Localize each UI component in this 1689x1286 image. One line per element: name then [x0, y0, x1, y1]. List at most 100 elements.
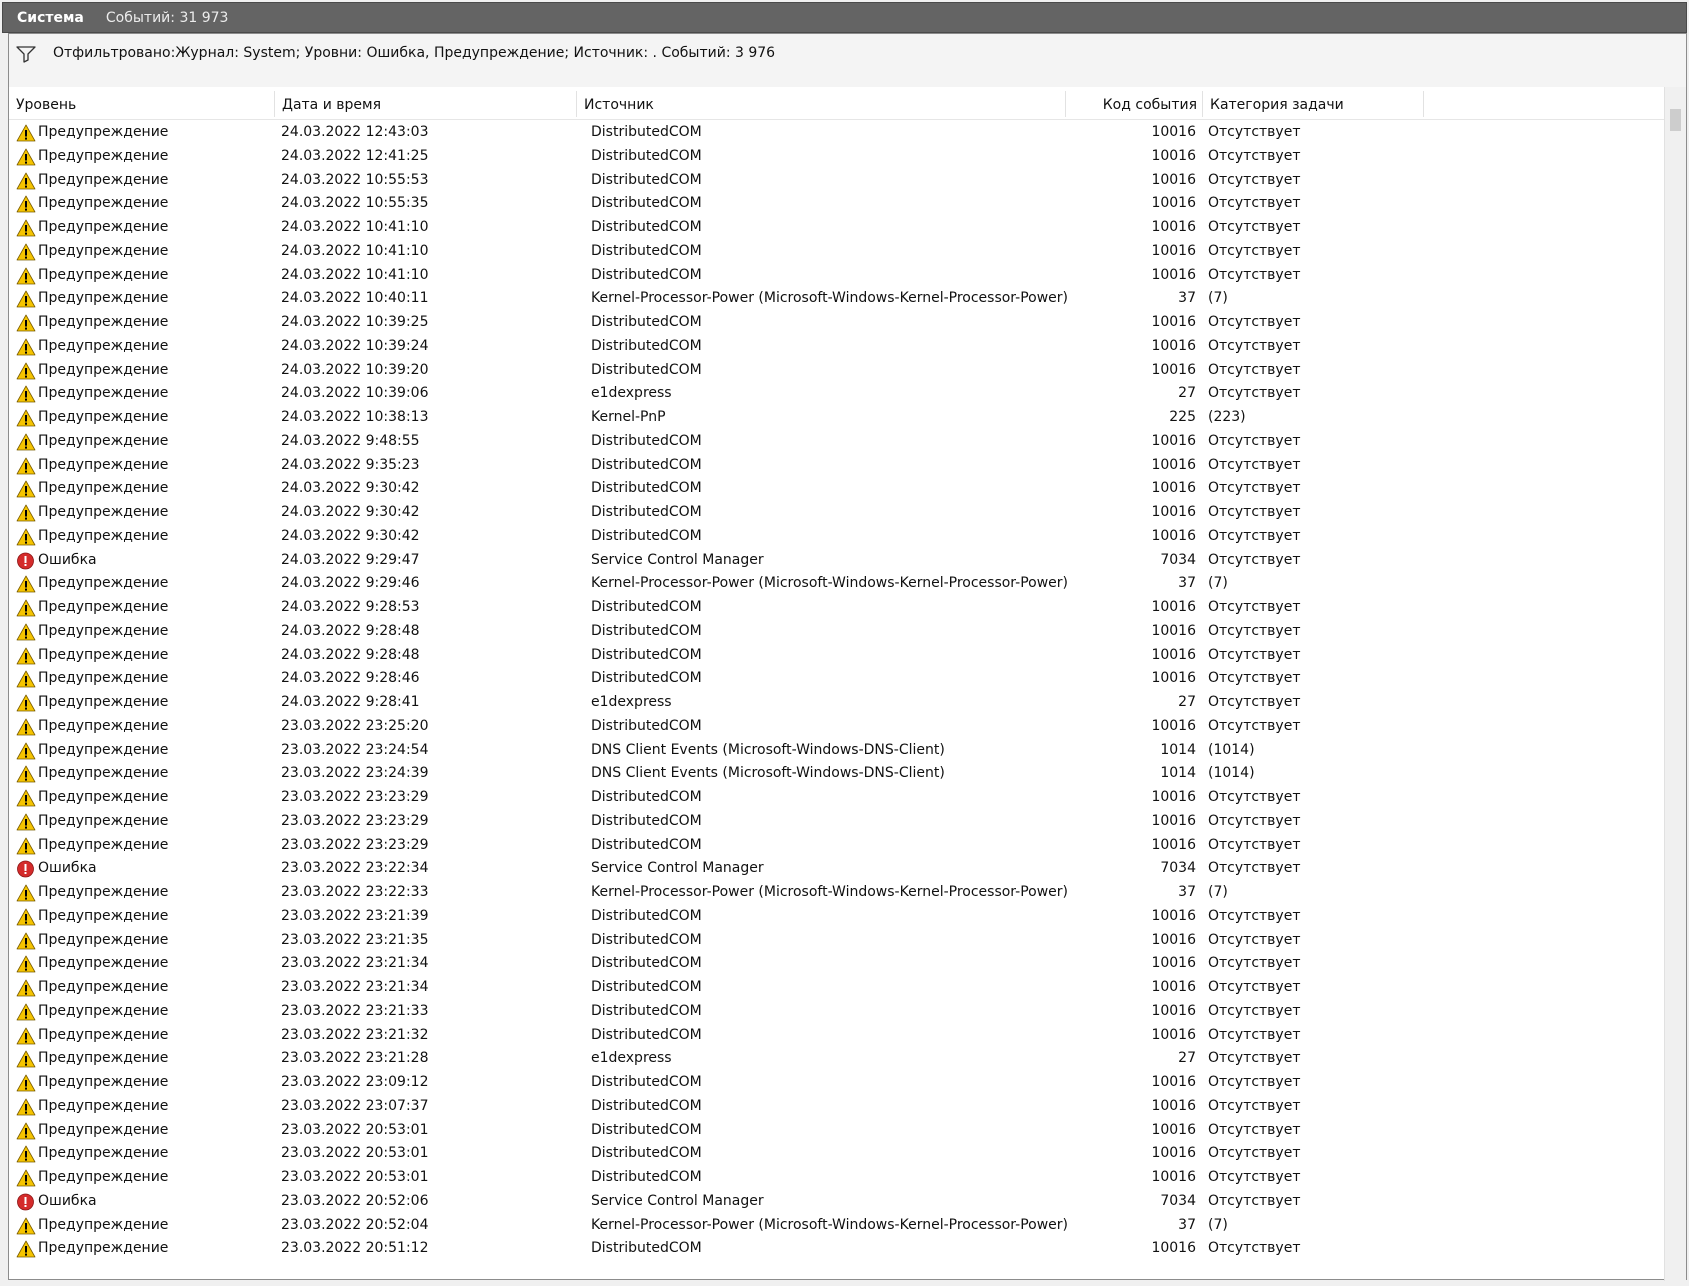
table-row[interactable]: Предупреждение 24.03.2022 10:55:53 Distr… — [9, 169, 1677, 193]
table-row[interactable]: Предупреждение 24.03.2022 10:39:24 Distr… — [9, 335, 1677, 359]
table-row[interactable]: Предупреждение 24.03.2022 9:48:55 Distri… — [9, 430, 1677, 454]
table-row[interactable]: Предупреждение 24.03.2022 10:39:25 Distr… — [9, 311, 1677, 335]
table-row[interactable]: Предупреждение 23.03.2022 23:07:37 Distr… — [9, 1095, 1677, 1119]
table-row[interactable]: Предупреждение 24.03.2022 9:28:46 Distri… — [9, 667, 1677, 691]
table-row[interactable]: Предупреждение 24.03.2022 9:28:41 e1dexp… — [9, 691, 1677, 715]
table-row[interactable]: Предупреждение 23.03.2022 20:52:04 Kerne… — [9, 1214, 1677, 1238]
event-id-cell: 10016 — [1151, 599, 1196, 615]
table-row[interactable]: Предупреждение 23.03.2022 23:23:29 Distr… — [9, 786, 1677, 810]
level-label: Предупреждение — [38, 670, 169, 687]
table-row[interactable]: Предупреждение 24.03.2022 10:39:20 Distr… — [9, 359, 1677, 383]
table-row[interactable]: Предупреждение 23.03.2022 23:22:33 Kerne… — [9, 881, 1677, 905]
table-row[interactable]: Предупреждение 23.03.2022 23:21:32 Distr… — [9, 1024, 1677, 1048]
error-icon — [16, 1193, 36, 1211]
table-row[interactable]: Предупреждение 23.03.2022 20:53:01 Distr… — [9, 1119, 1677, 1143]
level-label: Предупреждение — [38, 432, 169, 449]
column-header-event-id[interactable]: Код события — [1066, 87, 1203, 119]
table-row[interactable]: Предупреждение 24.03.2022 9:28:53 Distri… — [9, 596, 1677, 620]
source-cell: DistributedCOM — [591, 527, 702, 544]
vertical-scrollbar[interactable] — [1664, 87, 1686, 1281]
event-id-cell: 10016 — [1151, 622, 1196, 639]
task-category-cell: Отсутствует — [1208, 1169, 1301, 1185]
table-row[interactable]: Предупреждение 23.03.2022 23:21:34 Distr… — [9, 952, 1677, 976]
warning-icon — [16, 599, 36, 617]
datetime-cell: 24.03.2022 9:30:42 — [281, 527, 420, 544]
task-category-cell: Отсутствует — [1208, 1050, 1301, 1067]
column-header-source[interactable]: Источник — [577, 87, 1066, 119]
task-category-cell: Отсутствует — [1208, 646, 1301, 663]
table-row[interactable]: Предупреждение 23.03.2022 23:23:29 Distr… — [9, 834, 1677, 858]
table-row[interactable]: Предупреждение 23.03.2022 23:21:34 Distr… — [9, 976, 1677, 1000]
source-cell: DistributedCOM — [591, 1169, 702, 1185]
warning-icon — [16, 955, 36, 973]
source-cell: DistributedCOM — [591, 432, 702, 449]
table-row[interactable]: Предупреждение 23.03.2022 23:21:28 e1dex… — [9, 1047, 1677, 1071]
table-row[interactable]: Ошибка 24.03.2022 9:29:47 Service Contro… — [9, 549, 1677, 573]
datetime-cell: 24.03.2022 9:30:42 — [281, 480, 420, 497]
task-category-cell: Отсутствует — [1208, 1026, 1301, 1043]
datetime-cell: 23.03.2022 23:23:29 — [281, 789, 429, 805]
table-row[interactable]: Предупреждение 24.03.2022 12:41:25 Distr… — [9, 145, 1677, 169]
table-row[interactable]: Предупреждение 24.03.2022 10:41:10 Distr… — [9, 216, 1677, 240]
warning-icon — [16, 362, 36, 380]
table-row[interactable]: Ошибка 23.03.2022 20:52:06 Service Contr… — [9, 1190, 1677, 1214]
level-label: Предупреждение — [38, 765, 169, 782]
task-category-cell: Отсутствует — [1208, 504, 1301, 520]
table-row[interactable]: Предупреждение 24.03.2022 9:29:46 Kernel… — [9, 572, 1677, 596]
level-cell: Предупреждение — [16, 834, 276, 858]
event-id-cell: 10016 — [1151, 361, 1196, 378]
table-row[interactable]: Предупреждение 23.03.2022 23:21:33 Distr… — [9, 1000, 1677, 1024]
source-cell: Kernel-Processor-Power (Microsoft-Window… — [591, 575, 1069, 592]
datetime-cell: 24.03.2022 10:55:53 — [281, 171, 429, 188]
warning-icon — [16, 1027, 36, 1045]
event-id-cell: 10016 — [1151, 314, 1196, 330]
warning-icon — [16, 647, 36, 665]
column-header-datetime[interactable]: Дата и время — [275, 87, 577, 119]
table-row[interactable]: Предупреждение 23.03.2022 23:23:29 Distr… — [9, 810, 1677, 834]
level-cell: Предупреждение — [16, 786, 276, 810]
source-cell: e1dexpress — [591, 1050, 672, 1067]
column-header-level[interactable]: Уровень — [9, 87, 275, 119]
table-row[interactable]: Предупреждение 24.03.2022 10:55:35 Distr… — [9, 192, 1677, 216]
table-row[interactable]: Предупреждение 23.03.2022 23:21:35 Distr… — [9, 929, 1677, 953]
event-id-cell: 37 — [1178, 575, 1196, 592]
level-cell: Предупреждение — [16, 667, 276, 691]
task-category-cell: Отсутствует — [1208, 1074, 1301, 1090]
source-cell: DistributedCOM — [591, 480, 702, 497]
table-row[interactable]: Предупреждение 23.03.2022 23:21:39 Distr… — [9, 905, 1677, 929]
table-row[interactable]: Предупреждение 23.03.2022 23:24:39 DNS C… — [9, 762, 1677, 786]
table-row[interactable]: Предупреждение 24.03.2022 10:40:11 Kerne… — [9, 287, 1677, 311]
table-row[interactable]: Предупреждение 23.03.2022 23:24:54 DNS C… — [9, 739, 1677, 763]
datetime-cell: 23.03.2022 20:52:04 — [281, 1216, 429, 1233]
table-row[interactable]: Предупреждение 23.03.2022 23:25:20 Distr… — [9, 715, 1677, 739]
event-id-cell: 10016 — [1151, 979, 1196, 995]
table-row[interactable]: Предупреждение 24.03.2022 10:41:10 Distr… — [9, 240, 1677, 264]
table-row[interactable]: Предупреждение 24.03.2022 9:30:42 Distri… — [9, 501, 1677, 525]
scrollbar-thumb[interactable] — [1670, 109, 1681, 131]
level-label: Предупреждение — [38, 955, 169, 972]
table-row[interactable]: Предупреждение 24.03.2022 9:30:42 Distri… — [9, 525, 1677, 549]
table-row[interactable]: Предупреждение 23.03.2022 23:09:12 Distr… — [9, 1071, 1677, 1095]
warning-icon — [16, 504, 36, 522]
table-row[interactable]: Предупреждение 24.03.2022 10:41:10 Distr… — [9, 264, 1677, 288]
table-row[interactable]: Предупреждение 24.03.2022 10:39:06 e1dex… — [9, 382, 1677, 406]
warning-icon — [16, 1003, 36, 1021]
datetime-cell: 23.03.2022 23:09:12 — [281, 1074, 429, 1090]
table-row[interactable]: Ошибка 23.03.2022 23:22:34 Service Contr… — [9, 857, 1677, 881]
datetime-cell: 24.03.2022 10:38:13 — [281, 409, 429, 425]
table-row[interactable]: Предупреждение 24.03.2022 9:28:48 Distri… — [9, 620, 1677, 644]
table-row[interactable]: Предупреждение 24.03.2022 10:38:13 Kerne… — [9, 406, 1677, 430]
event-id-cell: 37 — [1178, 884, 1196, 900]
table-row[interactable]: Предупреждение 23.03.2022 20:53:01 Distr… — [9, 1166, 1677, 1190]
table-row[interactable]: Предупреждение 24.03.2022 9:30:42 Distri… — [9, 477, 1677, 501]
table-row[interactable]: Предупреждение 24.03.2022 9:35:23 Distri… — [9, 454, 1677, 478]
source-cell: DistributedCOM — [591, 1074, 702, 1090]
table-row[interactable]: Предупреждение 23.03.2022 20:53:01 Distr… — [9, 1142, 1677, 1166]
column-header-task-category[interactable]: Категория задачи — [1203, 87, 1424, 119]
table-row[interactable]: Предупреждение 23.03.2022 20:51:12 Distr… — [9, 1237, 1677, 1261]
task-category-cell: Отсутствует — [1208, 147, 1301, 164]
task-category-cell: Отсутствует — [1208, 836, 1301, 853]
table-row[interactable]: Предупреждение 24.03.2022 12:43:03 Distr… — [9, 121, 1677, 145]
table-row[interactable]: Предупреждение 24.03.2022 9:28:48 Distri… — [9, 644, 1677, 668]
level-cell: Предупреждение — [16, 1071, 276, 1095]
